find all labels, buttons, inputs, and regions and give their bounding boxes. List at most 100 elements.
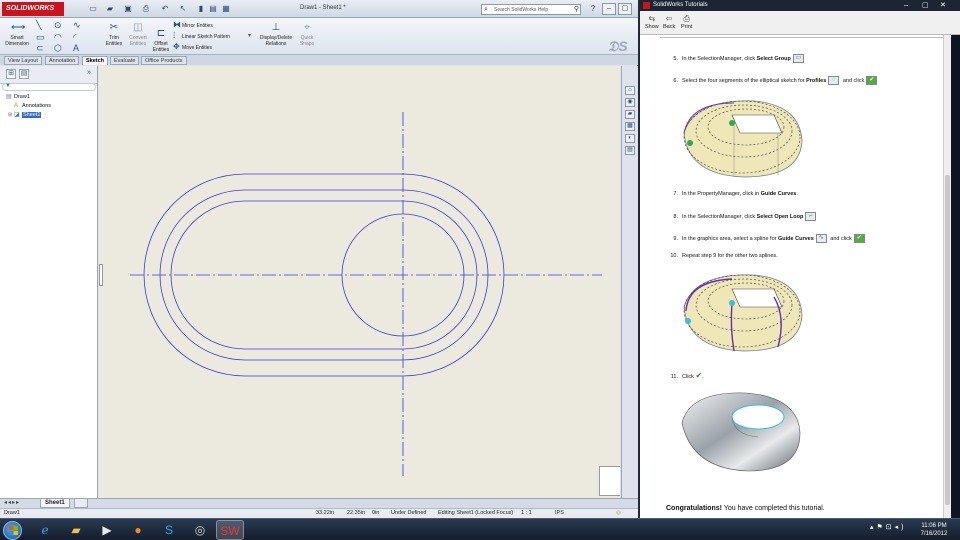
minimize-button[interactable]: – — [602, 3, 616, 15]
tab-evaluate[interactable]: Evaluate — [110, 56, 140, 65]
step-5: 5. In the SelectionManager, click Select … — [666, 54, 806, 63]
help-scrollbar[interactable] — [943, 35, 951, 518]
mirror-entities-button[interactable]: ⧓Mirror Entities — [173, 20, 213, 30]
help-close-button[interactable]: ✕ — [940, 1, 946, 10]
sheet-icon: ◪ — [14, 112, 20, 118]
ds-watermark-logo: 𝔇S — [608, 38, 628, 54]
file-explorer-icon[interactable]: ▰ — [625, 110, 635, 119]
media-player-icon[interactable]: ▶ — [93, 520, 121, 540]
graphics-area[interactable]: ⌕⌕✎⟳▣◧◩▾ ▫▫▫✕ — [99, 66, 620, 498]
status-y-coordinate: 22.35in — [347, 510, 366, 516]
offset-icon: ⊏ — [156, 28, 166, 39]
step-6: 6. Select the four segments of the ellipt… — [666, 76, 879, 85]
line-tool-icon[interactable]: ╲ — [36, 20, 41, 30]
start-button[interactable] — [3, 521, 22, 540]
help-maximize-button[interactable]: ▢ — [922, 1, 929, 10]
view-palette-icon[interactable]: ▦ — [625, 122, 635, 131]
scrollbar-thumb[interactable] — [945, 175, 950, 505]
show-button[interactable]: ⇆ Show — [645, 14, 659, 31]
move-icon: ✥ — [173, 42, 180, 51]
tree-annotations[interactable]: A Annotations — [8, 102, 51, 110]
spline-tool-icon[interactable]: ∿ — [73, 20, 81, 30]
sheet-nav-arrows[interactable]: ◂◂▸▸ — [4, 499, 20, 508]
step-8: 8. In the SelectionManager, click Select … — [666, 212, 818, 221]
back-arrow-icon: ⇦ — [665, 14, 673, 23]
feature-manager: ⊞ ▤ » ▼ ▤ Draw1 A Annotations ⊞ ◪ Sheet1 — [0, 66, 98, 498]
split-handle[interactable] — [99, 264, 103, 286]
move-entities-button[interactable]: ✥ Move Entities — [173, 42, 212, 52]
text-tool-icon[interactable]: A — [73, 43, 79, 53]
linear-sketch-pattern-button[interactable]: ⁞ Linear Sketch Pattern — [173, 31, 230, 41]
help-question-icon[interactable]: ? — [588, 4, 598, 14]
smart-dimension-button[interactable]: ⟷ Smart Dimension — [3, 22, 31, 47]
undo-icon[interactable]: ↶ — [160, 4, 170, 14]
file-properties-icon[interactable]: ▤ — [208, 4, 218, 14]
trim-entities-button[interactable]: ✂ Trim Entities — [103, 22, 125, 47]
tree-filter-input[interactable]: ▼ — [2, 83, 96, 91]
congratulations-message: Congratulations! You have completed this… — [666, 505, 825, 512]
internet-explorer-icon[interactable]: ℯ — [31, 520, 59, 540]
content-divider — [660, 37, 943, 38]
tab-annotation[interactable]: Annotation — [45, 56, 80, 65]
steam-icon[interactable]: ◎ — [186, 520, 214, 540]
sketch-canvas[interactable] — [99, 66, 620, 498]
expand-panel-icon[interactable]: » — [84, 69, 94, 79]
search-go-icon[interactable]: ⚲ — [574, 5, 579, 15]
new-document-icon[interactable]: ▭ — [88, 4, 98, 14]
options-icon[interactable]: ▦ — [221, 4, 231, 14]
custom-properties-icon[interactable]: ▤ — [625, 146, 635, 155]
tree-sheet1[interactable]: ⊞ ◪ Sheet1 — [8, 111, 42, 119]
status-units[interactable]: IPS — [555, 509, 564, 518]
save-icon[interactable]: ▣ — [123, 4, 133, 14]
offset-entities-button[interactable]: ⊏ Offset Entities — [150, 28, 172, 53]
file-explorer-taskbar-icon[interactable]: ▰ — [62, 520, 90, 540]
select-arrow-icon[interactable]: ↖ — [178, 4, 188, 14]
open-folder-icon[interactable]: ▰ — [105, 4, 115, 14]
convert-entities-button[interactable]: ◫ Convert Entities — [125, 22, 151, 47]
status-document: Draw1 — [4, 510, 20, 516]
tree-root[interactable]: ▤ Draw1 — [6, 93, 30, 101]
quick-snaps-button[interactable]: ⌖ Quick Snaps — [296, 22, 318, 47]
help-app-icon — [643, 2, 650, 9]
pattern-dropdown-icon[interactable]: ▾ — [248, 31, 251, 41]
appearances-icon[interactable]: ◐ — [625, 134, 635, 143]
rectangle-tool-icon[interactable]: ▭ — [36, 32, 45, 42]
circle-tool-icon[interactable]: ⊙ — [54, 20, 62, 30]
print-button[interactable]: ⎙ Print — [681, 14, 692, 31]
rebuild-status-icon[interactable]: ◎ — [616, 509, 621, 518]
help-minimize-button[interactable]: – — [904, 1, 908, 10]
tab-sketch[interactable]: Sketch — [82, 56, 109, 65]
solidworks-taskbar-icon[interactable]: SW — [216, 520, 244, 540]
sheet1-tab[interactable]: Sheet1 — [40, 499, 70, 508]
back-button[interactable]: ⇦ Back — [663, 14, 675, 31]
system-tray-icons[interactable]: ▴⚑⊡◂) — [870, 523, 907, 531]
guide-curves-figure — [683, 274, 803, 352]
design-library-icon[interactable]: ◉ — [625, 98, 635, 107]
feature-tree-icon[interactable]: ⊞ — [6, 69, 16, 79]
status-sketch-state: Under Defined — [391, 510, 427, 516]
tab-view-layout[interactable]: View Layout — [4, 56, 42, 65]
status-bar: Draw1 33.22in 22.35in 0in Under Defined … — [0, 508, 638, 518]
fillet-tool-icon[interactable]: ◜ — [73, 32, 77, 42]
finished-loft-figure — [681, 392, 801, 472]
polygon-tool-icon[interactable]: ⬡ — [54, 43, 62, 53]
search-help-input[interactable]: ⌕ Search SolidWorks Help ⚲ — [481, 4, 581, 15]
help-toolbar: ⇆ Show ⇦ Back ⎙ Print — [640, 11, 960, 35]
rebuild-icon[interactable]: ▮ — [196, 4, 206, 14]
property-manager-icon[interactable]: ▤ — [19, 69, 29, 79]
taskbar-clock[interactable]: 11:06 PM 7/16/2012 — [916, 522, 952, 538]
print-icon[interactable]: ⎙ — [141, 4, 151, 14]
sheet-tab-bar: ◂◂▸▸ Sheet1 — [0, 498, 638, 508]
maximize-button[interactable]: ▢ — [618, 3, 632, 15]
tab-office-products[interactable]: Office Products — [141, 56, 187, 65]
solidworks-resources-icon[interactable]: ⌂ — [625, 86, 635, 95]
solidworks-logo[interactable]: SOLIDWORKS — [2, 2, 64, 16]
add-sheet-tab[interactable] — [74, 499, 88, 508]
firefox-icon[interactable]: ● — [124, 520, 152, 540]
slot-tool-icon[interactable]: ⊂ — [36, 43, 44, 53]
command-tabs: View Layout Annotation Sketch Evaluate O… — [0, 55, 638, 65]
skype-icon[interactable]: S — [155, 520, 183, 540]
display-delete-relations-button[interactable]: ⊥ Display/Delete Relations — [256, 22, 296, 47]
arc-tool-icon[interactable]: ◠ — [54, 32, 62, 42]
sheet-preview-thumbnail — [599, 466, 620, 496]
